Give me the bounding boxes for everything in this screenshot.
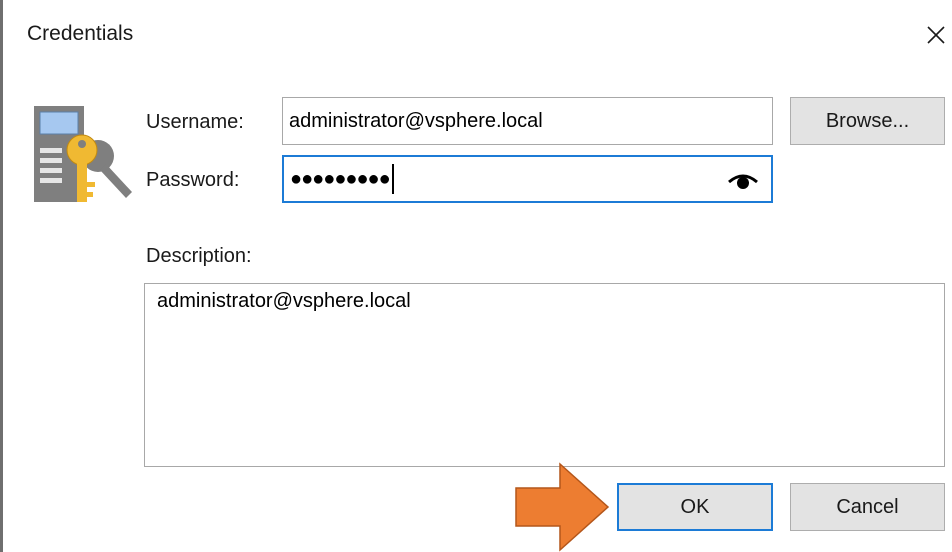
orange-arrow-icon (515, 462, 610, 552)
cancel-button[interactable]: Cancel (790, 483, 945, 531)
title-bar: Credentials (3, 0, 952, 70)
credentials-key-icon (34, 106, 132, 202)
ok-button[interactable]: OK (617, 483, 773, 531)
credentials-dialog: Credentials Username: administrator@vsph… (0, 0, 952, 552)
close-button[interactable] (918, 14, 952, 54)
password-label: Password: (146, 169, 240, 191)
username-input[interactable]: administrator@vsphere.local (282, 97, 773, 145)
eye-icon[interactable] (727, 168, 759, 192)
close-icon (927, 26, 945, 44)
username-label: Username: (146, 111, 244, 133)
password-masked-value: ●●●●●●●●● (290, 168, 391, 190)
browse-button[interactable]: Browse... (790, 97, 945, 145)
text-caret (391, 164, 394, 194)
description-label: Description: (146, 245, 252, 267)
description-value: administrator@vsphere.local (157, 290, 411, 312)
description-textarea[interactable]: administrator@vsphere.local (144, 283, 945, 467)
username-value: administrator@vsphere.local (289, 109, 543, 132)
dialog-title: Credentials (27, 22, 134, 45)
password-input[interactable]: ●●●●●●●●● (282, 155, 773, 203)
window-left-border (0, 0, 3, 552)
